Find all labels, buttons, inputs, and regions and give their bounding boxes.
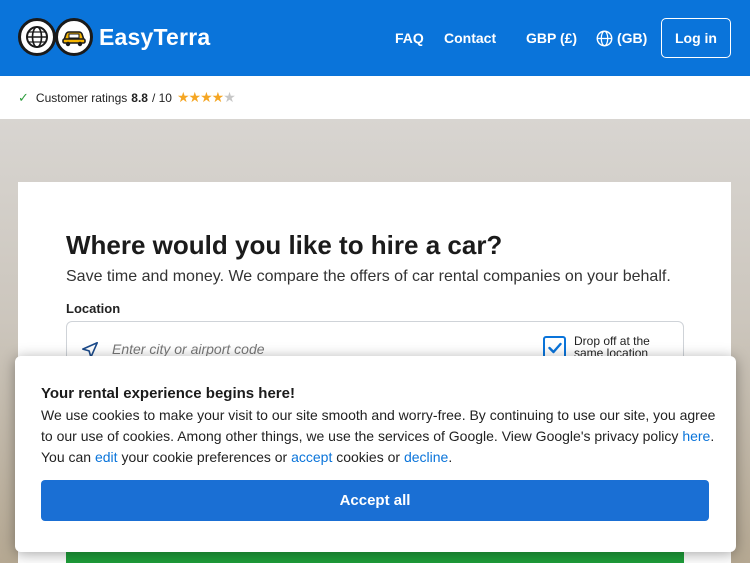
star-icon: ★	[188, 89, 202, 105]
search-subtitle: Save time and money. We compare the offe…	[66, 268, 671, 285]
cookie-message: We use cookies to make your visit to our…	[41, 405, 721, 468]
search-title: Where would you like to hire a car?	[66, 230, 503, 260]
currency-selector[interactable]: GBP (£)	[526, 0, 577, 76]
accept-all-button[interactable]: Accept all	[41, 480, 709, 521]
checkmark-icon	[547, 342, 562, 353]
star-rating: ★★★★★	[176, 89, 236, 106]
nav-link-contact[interactable]: Contact	[444, 0, 496, 76]
half-star-icon: ★	[223, 89, 236, 105]
privacy-policy-link[interactable]: here	[682, 428, 710, 444]
ratings-label: Customer ratings	[35, 90, 128, 105]
cookie-title: Your rental experience begins here!	[41, 385, 295, 402]
language-selector[interactable]: (GB)	[596, 0, 647, 76]
cookie-text-part: We use cookies to make your visit to our…	[41, 407, 716, 444]
decline-cookies-link[interactable]: decline	[404, 449, 448, 465]
cookie-text-part: your cookie preferences or	[117, 449, 292, 465]
brand-name: EasyTerra	[99, 23, 211, 50]
globe-logo-icon	[18, 18, 56, 56]
star-icon: ★	[211, 89, 225, 105]
easyterra-logo[interactable]: EasyTerra	[18, 18, 210, 56]
location-label: Location	[66, 301, 121, 316]
language-label: (GB)	[617, 30, 648, 46]
ratings-score: 8.8	[131, 90, 148, 105]
login-button[interactable]: Log in	[661, 18, 731, 58]
ratings-max: / 10	[151, 90, 172, 105]
star-icon: ★	[200, 89, 213, 105]
customer-ratings-bar: ✓ Customer ratings 8.8 / 10 ★★★★★	[0, 76, 750, 119]
nav-link-faq[interactable]: FAQ	[395, 0, 424, 76]
globe-icon	[596, 30, 613, 46]
edit-preferences-link[interactable]: edit	[95, 449, 118, 465]
star-icon: ★	[176, 89, 190, 105]
checkmark-icon: ✓	[18, 89, 29, 105]
cookie-text-part: cookies or	[332, 449, 404, 465]
top-navigation-bar: EasyTerra FAQ Contact GBP (£) (GB) Log i…	[0, 0, 750, 76]
cookie-consent-banner: Your rental experience begins here! We u…	[15, 356, 736, 552]
cookie-text-part: .	[448, 449, 453, 465]
car-logo-icon	[55, 18, 93, 56]
accept-cookies-link[interactable]: accept	[291, 449, 332, 465]
